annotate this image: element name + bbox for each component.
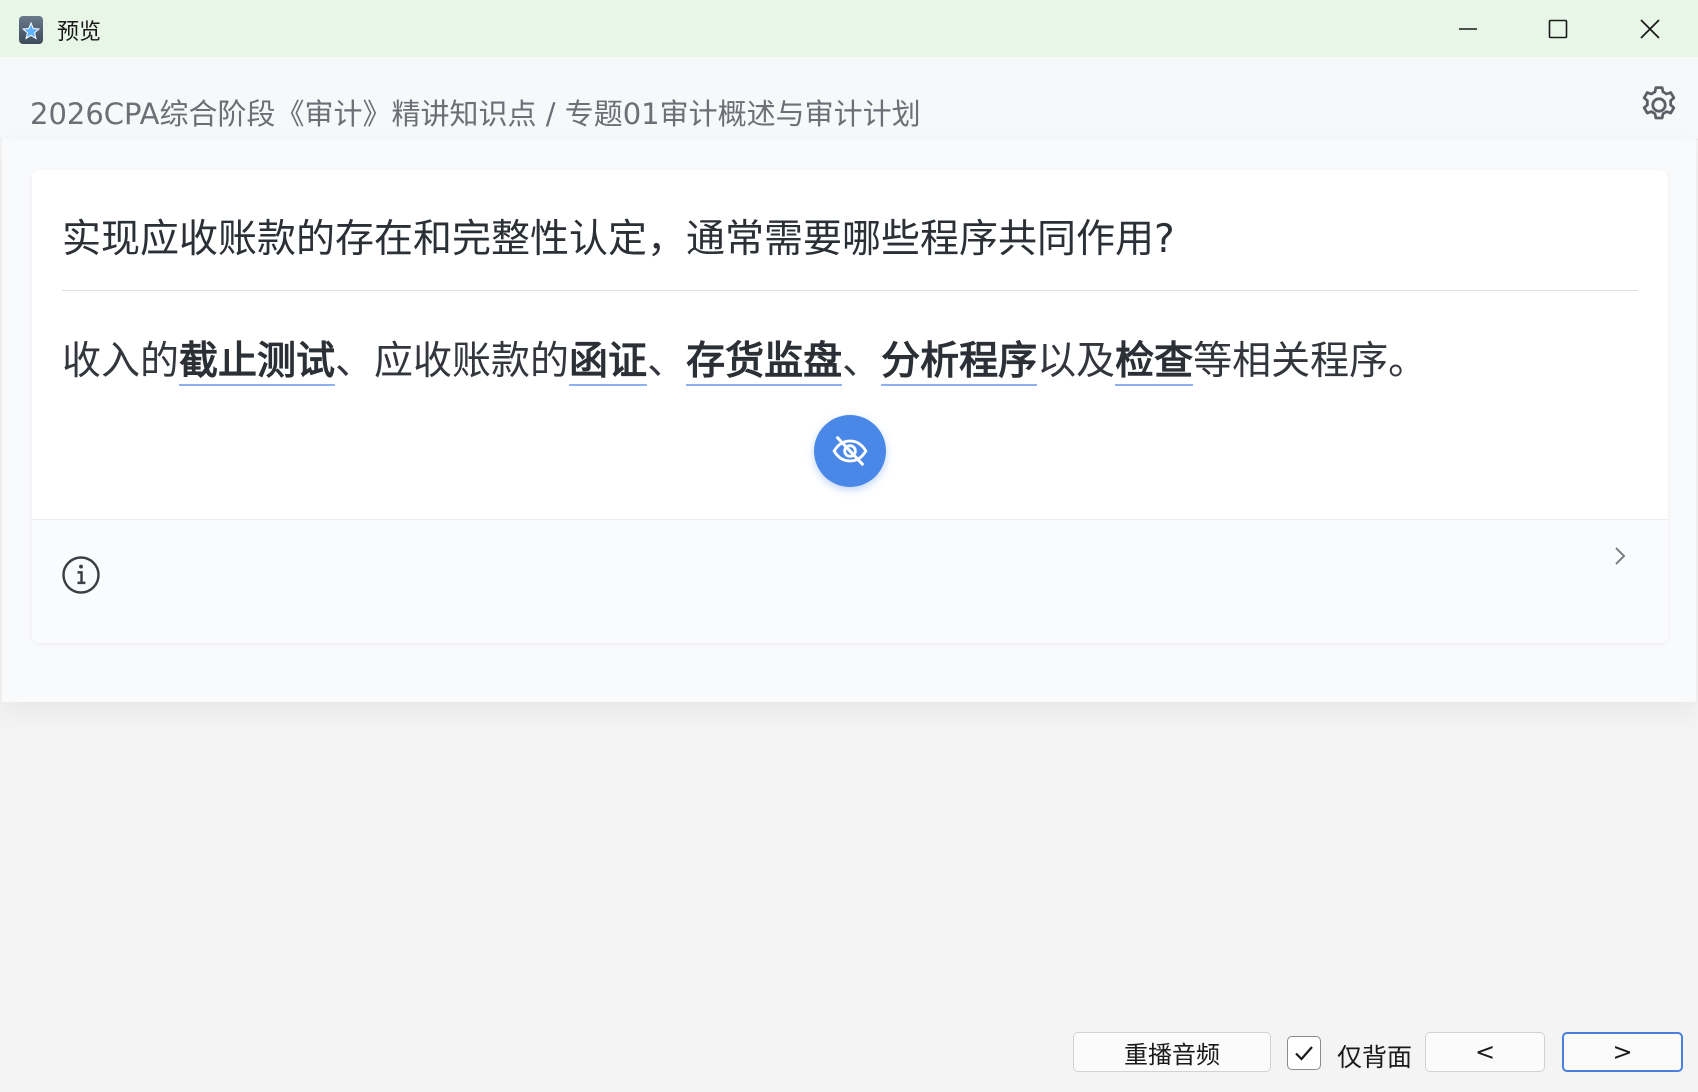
answer-keyword[interactable]: 截止测试 <box>179 339 336 386</box>
minimize-icon <box>1459 27 1477 30</box>
maximize-icon <box>1548 19 1568 38</box>
back-only-checkbox[interactable] <box>1287 1036 1321 1070</box>
info-button[interactable] <box>60 554 102 600</box>
deck-header: 2026CPA综合阶段《审计》精讲知识点 / 专题01审计概述与审计计划 <box>0 57 1698 140</box>
answer-keyword[interactable]: 函证 <box>569 339 648 386</box>
answer-text: 、应收账款的 <box>335 339 570 384</box>
expand-button[interactable] <box>1610 542 1630 574</box>
answer-text: 收入的 <box>62 339 180 384</box>
app-icon <box>19 16 43 44</box>
preview-window: 预览 2026CPA综合阶段《审计》精讲知识点 / 专题01审计概述与审计计划 <box>0 0 1698 1092</box>
previous-button[interactable]: < <box>1425 1032 1545 1072</box>
hide-answer-button[interactable] <box>814 415 886 487</box>
answer-keyword[interactable]: 检查 <box>1115 339 1194 386</box>
breadcrumb: 2026CPA综合阶段《审计》精讲知识点 / 专题01审计概述与审计计划 <box>30 97 921 131</box>
answer-text: 以及 <box>1037 339 1116 384</box>
card-question: 实现应收账款的存在和完整性认定，通常需要哪些程序共同作用? <box>62 217 1175 262</box>
window-title: 预览 <box>57 20 102 45</box>
card-answer: 收入的截止测试、应收账款的函证、存货监盘、分析程序以及检查等相关程序。 <box>62 330 1427 386</box>
replay-audio-button[interactable]: 重播音频 <box>1073 1032 1271 1072</box>
maximize-button[interactable] <box>1512 0 1604 57</box>
close-icon <box>1640 18 1660 39</box>
minimize-button[interactable] <box>1422 0 1514 57</box>
close-button[interactable] <box>1604 0 1696 57</box>
chevron-right-icon <box>1615 547 1626 565</box>
card-footer <box>32 519 1668 643</box>
answer-text: 、 <box>842 339 882 384</box>
answer-keyword[interactable]: 分析程序 <box>881 339 1038 386</box>
info-icon <box>62 556 100 594</box>
checkmark-icon <box>1295 1046 1313 1061</box>
card-divider <box>62 290 1638 291</box>
settings-button[interactable] <box>1637 83 1681 127</box>
title-bar[interactable]: 预览 <box>0 0 1698 57</box>
next-button[interactable]: > <box>1562 1032 1683 1072</box>
eye-off-icon <box>832 435 868 467</box>
answer-text: 、 <box>647 339 687 384</box>
back-only-label: 仅背面 <box>1337 1043 1413 1072</box>
gear-icon <box>1642 86 1676 120</box>
answer-keyword[interactable]: 存货监盘 <box>686 339 843 386</box>
flashcard: 实现应收账款的存在和完整性认定，通常需要哪些程序共同作用? 收入的截止测试、应收… <box>32 170 1668 643</box>
answer-text: 等相关程序。 <box>1193 339 1428 384</box>
